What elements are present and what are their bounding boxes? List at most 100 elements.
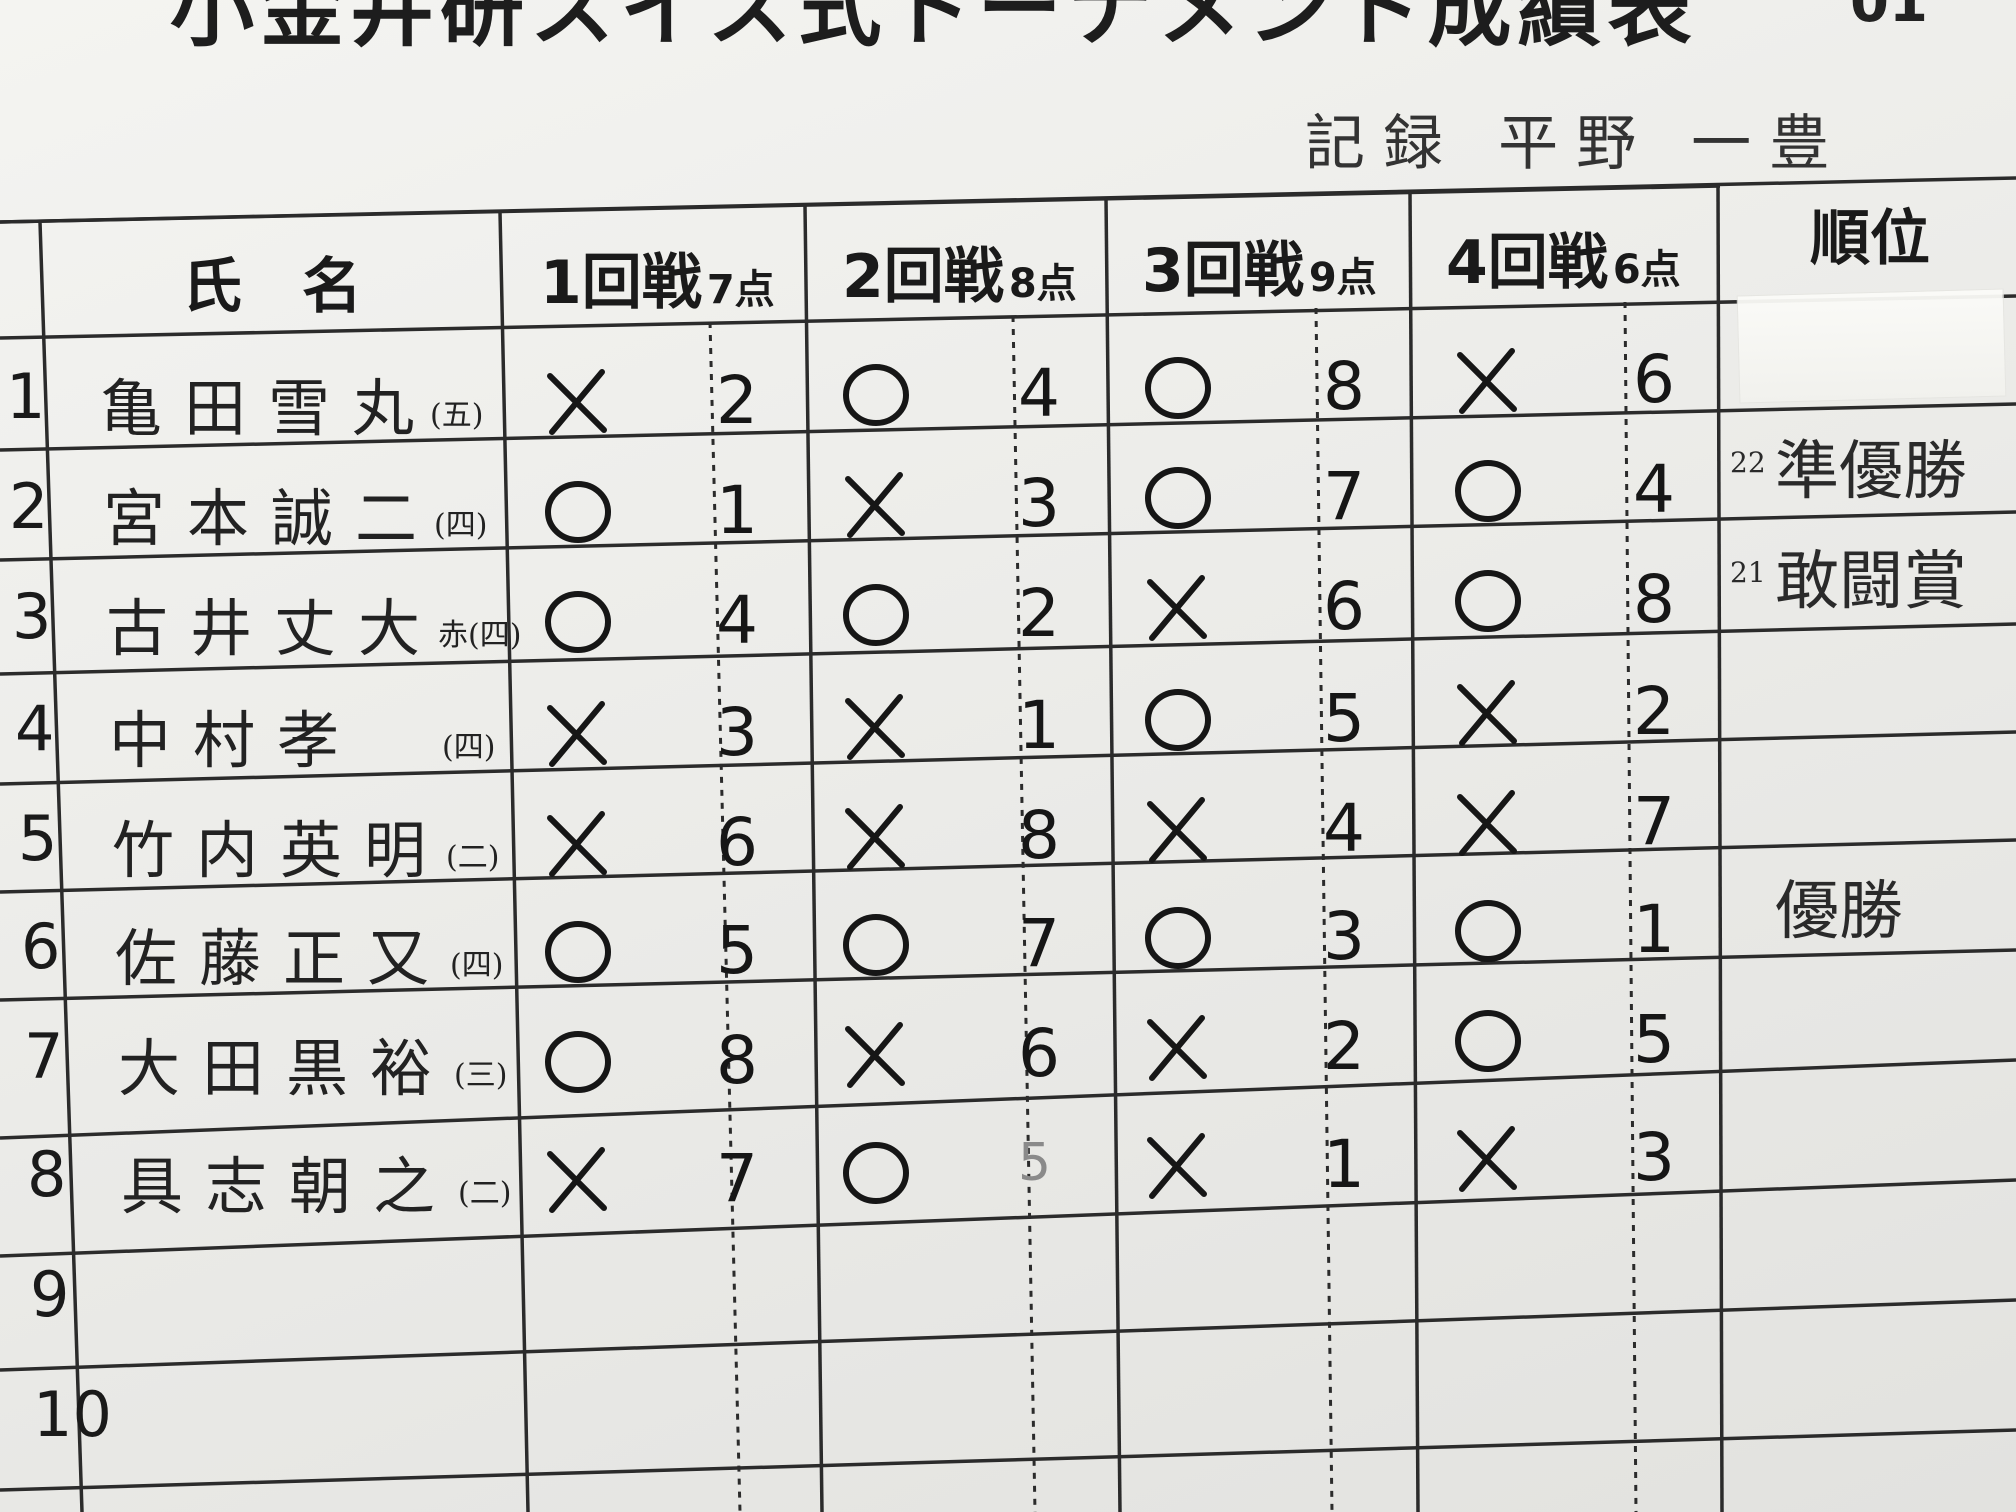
win-circle-mark — [843, 914, 909, 976]
opponent-number-round-1: 4 — [716, 582, 758, 659]
win-circle-mark — [545, 591, 611, 653]
opponent-number-round-1: 6 — [716, 804, 758, 881]
player-grade: (四) — [442, 730, 496, 765]
row-number: 1 — [6, 360, 46, 433]
opponent-number-round-2: 4 — [1018, 355, 1060, 432]
result-mark-round-2 — [836, 575, 916, 655]
row-number: 3 — [12, 580, 52, 653]
opponent-number-round-3: 8 — [1323, 348, 1365, 425]
opponent-number-round-4: 4 — [1633, 451, 1675, 528]
score-sheet: 小金井研スイス式トーナメント成績表 01 記録 平野 一豊 氏 名 1回戦 7点… — [0, 0, 2016, 1512]
opponent-number-round-4: 1 — [1633, 891, 1675, 968]
header-round-1-points: 7点 — [706, 267, 775, 313]
opponent-number-round-2: 1 — [1018, 687, 1060, 764]
result-mark-round-1 — [538, 362, 618, 442]
win-circle-mark — [1455, 570, 1521, 632]
opponent-number-round-3: 4 — [1323, 790, 1365, 867]
result-mark-round-2 — [836, 905, 916, 985]
result-mark-round-1 — [538, 582, 618, 662]
opponent-number-round-1: 5 — [716, 912, 758, 989]
result-mark-round-2 — [836, 1133, 916, 1213]
result-mark-round-4 — [1448, 451, 1528, 531]
opponent-number-round-4: 6 — [1633, 341, 1675, 418]
player-name: 竹内英明 — [112, 814, 449, 887]
result-mark-round-3 — [1138, 458, 1218, 538]
masking-tape — [1736, 288, 2007, 404]
row-number: 10 — [33, 1378, 112, 1451]
header-round-3-label: 3回戦 — [1142, 236, 1304, 306]
rank-label: 敢闘賞 — [1775, 545, 1967, 619]
opponent-number-round-1: 2 — [716, 362, 758, 439]
opponent-number-round-2: 2 — [1018, 575, 1060, 652]
result-mark-round-4 — [1448, 673, 1528, 753]
player-grade: (五) — [430, 398, 484, 433]
result-mark-round-4 — [1448, 561, 1528, 641]
result-mark-round-1 — [538, 472, 618, 552]
player-grade: 赤(四) — [438, 618, 522, 653]
result-mark-round-3 — [1138, 898, 1218, 978]
opponent-number-round-3: 5 — [1323, 680, 1365, 757]
player-grade: (二) — [446, 840, 500, 875]
win-circle-mark — [1455, 1010, 1521, 1072]
total-score: 22 — [1730, 446, 1766, 479]
result-mark-round-2 — [836, 355, 916, 435]
win-circle-mark — [843, 364, 909, 426]
opponent-number-round-3: 1 — [1323, 1126, 1365, 1203]
header-round-4: 4回戦 6点 — [1446, 214, 1681, 301]
result-mark-round-3 — [1138, 790, 1218, 870]
result-mark-round-4 — [1448, 783, 1528, 863]
opponent-number-round-2: 6 — [1018, 1015, 1060, 1092]
header-round-1: 1回戦 7点 — [540, 234, 775, 321]
opponent-number-round-4: 2 — [1633, 673, 1675, 750]
header-round-2-points: 8点 — [1008, 261, 1077, 307]
opponent-number-round-1: 1 — [716, 472, 758, 549]
row-number: 8 — [27, 1138, 67, 1211]
win-circle-mark — [545, 481, 611, 543]
win-circle-mark — [1455, 900, 1521, 962]
row-number: 4 — [15, 692, 55, 765]
player-grade: (四) — [450, 948, 504, 983]
opponent-number-round-4: 5 — [1633, 1001, 1675, 1078]
header-round-2: 2回戦 8点 — [842, 228, 1077, 315]
result-mark-round-4 — [1448, 1001, 1528, 1081]
opponent-number-round-3: 2 — [1323, 1008, 1365, 1085]
win-circle-mark — [1145, 467, 1211, 529]
row-number: 7 — [24, 1020, 64, 1093]
win-circle-mark — [843, 584, 909, 646]
result-mark-round-3 — [1138, 1008, 1218, 1088]
result-mark-round-4 — [1448, 1119, 1528, 1199]
win-circle-mark — [1145, 357, 1211, 419]
header-round-4-points: 6点 — [1612, 247, 1681, 293]
result-mark-round-2 — [836, 797, 916, 877]
opponent-number-round-1: 3 — [716, 694, 758, 771]
row-number: 5 — [18, 802, 58, 875]
win-circle-mark — [545, 921, 611, 983]
opponent-number-round-4: 7 — [1633, 783, 1675, 860]
opponent-number-round-1: 7 — [716, 1140, 758, 1217]
opponent-number-round-4: 8 — [1633, 561, 1675, 638]
win-circle-mark — [1145, 907, 1211, 969]
opponent-number-round-2: 8 — [1018, 797, 1060, 874]
result-mark-round-1 — [538, 804, 618, 884]
rank-label: 準優勝 — [1775, 435, 1967, 509]
result-mark-round-3 — [1138, 1126, 1218, 1206]
row-number: 6 — [21, 910, 61, 983]
row-number: 2 — [9, 470, 49, 543]
header-name: 氏 名 — [182, 252, 362, 322]
player-name: 佐藤正又 — [115, 922, 452, 995]
opponent-number-round-4: 3 — [1633, 1119, 1675, 1196]
opponent-number-round-2: 7 — [1018, 905, 1060, 982]
opponent-number-round-3: 3 — [1323, 898, 1365, 975]
result-mark-round-2 — [836, 1015, 916, 1095]
total-score: 21 — [1730, 556, 1766, 589]
opponent-number-round-3: 6 — [1323, 568, 1365, 645]
win-circle-mark — [843, 1142, 909, 1204]
opponent-number-round-2: 3 — [1018, 465, 1060, 542]
result-mark-round-3 — [1138, 568, 1218, 648]
player-grade: (四) — [434, 508, 488, 543]
rank-label: 優勝 — [1775, 875, 1903, 949]
result-mark-round-4 — [1448, 341, 1528, 421]
win-circle-mark — [1455, 460, 1521, 522]
opponent-number-round-1: 8 — [716, 1022, 758, 1099]
result-mark-round-1 — [538, 1022, 618, 1102]
